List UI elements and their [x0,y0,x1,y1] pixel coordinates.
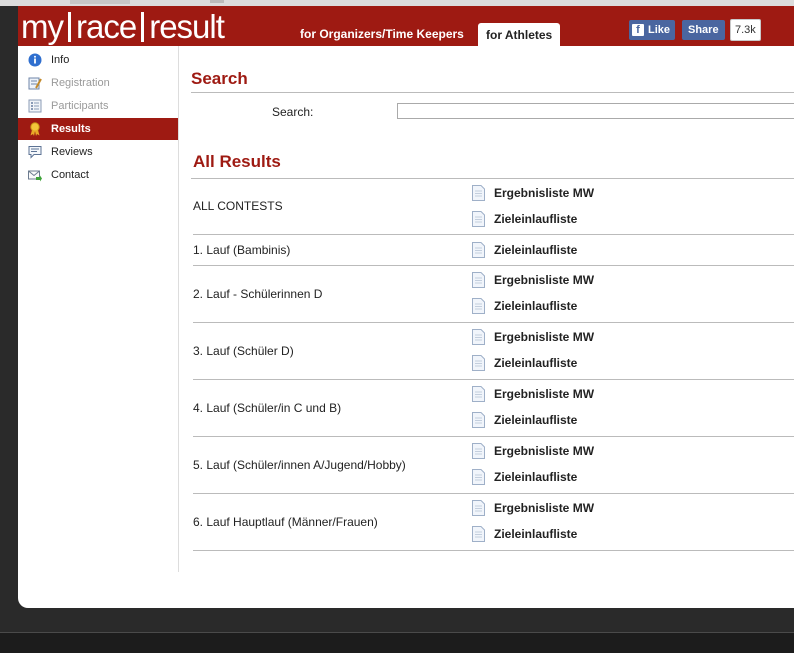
logo-text-result: result [149,8,225,45]
result-list-link[interactable]: Ergebnisliste MW [472,271,594,289]
document-icon [472,211,485,227]
finish-list-link[interactable]: Zieleinlaufliste [472,411,577,429]
result-list-link[interactable]: Ergebnisliste MW [472,385,594,403]
document-icon [472,329,485,345]
browser-tab-edge [210,0,224,3]
finish-list-link[interactable]: Zieleinlaufliste [472,354,577,372]
page-panel: Info Registration Participants Results R… [18,46,794,608]
sidebar-item-label: Results [51,123,91,135]
search-label: Search: [272,105,314,119]
registration-icon [28,76,42,90]
link-label: Zieleinlaufliste [494,470,578,484]
document-icon [472,298,485,314]
table-row: 2. Lauf - Schülerinnen D Ergebnisliste M… [193,266,794,323]
participants-icon [28,99,42,113]
contest-name: 3. Lauf (Schüler D) [193,344,294,358]
sidebar-item-participants[interactable]: Participants [18,95,178,117]
sidebar-item-label: Info [51,54,70,66]
link-label: Zieleinlaufliste [494,413,578,427]
document-icon [472,500,485,516]
taskbar-strip [0,632,794,653]
info-icon [28,53,42,67]
document-icon [472,443,485,459]
link-label: Zieleinlaufliste [494,299,578,313]
result-list-link[interactable]: Ergebnisliste MW [472,499,594,517]
all-results-heading: All Results [193,152,281,171]
divider [191,178,794,179]
search-heading: Search [191,69,248,88]
document-icon [472,526,485,542]
link-label: Ergebnisliste MW [494,444,595,458]
document-icon [472,272,485,288]
link-label: Ergebnisliste MW [494,186,595,200]
sidebar-item-label: Participants [51,100,109,112]
finish-list-link[interactable]: Zieleinlaufliste [472,297,577,315]
sidebar-item-contact[interactable]: Contact [18,164,178,186]
document-icon [472,355,485,371]
sidebar-item-reviews[interactable]: Reviews [18,141,178,163]
logo-separator [141,12,145,42]
nav-organizers-link[interactable]: for Organizers/Time Keepers [300,27,464,41]
contest-name: 4. Lauf (Schüler/in C und B) [193,401,342,415]
sidebar-item-label: Registration [51,77,110,89]
facebook-share-button[interactable]: Share [682,20,725,40]
site-logo[interactable]: my race result [21,8,225,45]
sidebar-item-results[interactable]: Results [18,118,178,140]
finish-list-link[interactable]: Zieleinlaufliste [472,241,577,259]
table-row: ALL CONTESTS Ergebnisliste MW Zieleinlau… [193,178,794,235]
link-label: Zieleinlaufliste [494,527,578,541]
logo-text-my: my [21,8,64,45]
contest-name: 5. Lauf (Schüler/innen A/Jugend/Hobby) [193,458,406,472]
link-label: Zieleinlaufliste [494,356,578,370]
site-header: my race result for Organizers/Time Keepe… [18,6,794,46]
contest-name: 6. Lauf Hauptlauf (Männer/Frauen) [193,515,378,529]
result-list-link[interactable]: Ergebnisliste MW [472,328,594,346]
divider [191,92,794,93]
sidebar: Info Registration Participants Results R… [18,46,179,572]
table-row: 1. Lauf (Bambinis) Zieleinlaufliste [193,235,794,266]
finish-list-link[interactable]: Zieleinlaufliste [472,468,577,486]
finish-list-link[interactable]: Zieleinlaufliste [472,525,577,543]
search-input[interactable] [397,103,794,119]
link-label: Ergebnisliste MW [494,501,595,515]
results-table: ALL CONTESTS Ergebnisliste MW Zieleinlau… [193,178,794,551]
facebook-like-button[interactable]: f Like [629,20,676,40]
link-label: Ergebnisliste MW [494,330,595,344]
link-label: Ergebnisliste MW [494,273,595,287]
contest-name: 1. Lauf (Bambinis) [193,243,291,257]
speech-bubble-icon [28,145,42,159]
sidebar-item-registration[interactable]: Registration [18,72,178,94]
sidebar-item-info[interactable]: Info [18,49,178,71]
table-row: 6. Lauf Hauptlauf (Männer/Frauen) Ergebn… [193,494,794,551]
link-label: Ergebnisliste MW [494,387,595,401]
logo-separator [68,12,71,42]
contest-name: 2. Lauf - Schülerinnen D [193,287,323,301]
envelope-icon [28,168,42,182]
link-label: Zieleinlaufliste [494,243,578,257]
facebook-like-label: Like [648,24,671,36]
result-list-link[interactable]: Ergebnisliste MW [472,442,594,460]
nav-athletes-tab[interactable]: for Athletes [478,23,561,46]
facebook-icon: f [632,24,644,36]
sidebar-item-label: Reviews [51,146,93,158]
contest-name: ALL CONTESTS [193,199,283,213]
document-icon [472,185,485,201]
document-icon [472,412,485,428]
document-icon [472,242,485,258]
sidebar-item-label: Contact [51,169,89,181]
table-row: 5. Lauf (Schüler/innen A/Jugend/Hobby) E… [193,437,794,494]
browser-tab [70,0,130,4]
award-ribbon-icon [28,122,42,136]
document-icon [472,386,485,402]
result-list-link[interactable]: Ergebnisliste MW [472,184,594,202]
facebook-share-count: 7.3k [730,19,761,41]
document-icon [472,469,485,485]
table-row: 3. Lauf (Schüler D) Ergebnisliste MW Zie… [193,323,794,380]
link-label: Zieleinlaufliste [494,212,578,226]
logo-text-race: race [76,8,137,45]
finish-list-link[interactable]: Zieleinlaufliste [472,210,577,228]
table-row: 4. Lauf (Schüler/in C und B) Ergebnislis… [193,380,794,437]
